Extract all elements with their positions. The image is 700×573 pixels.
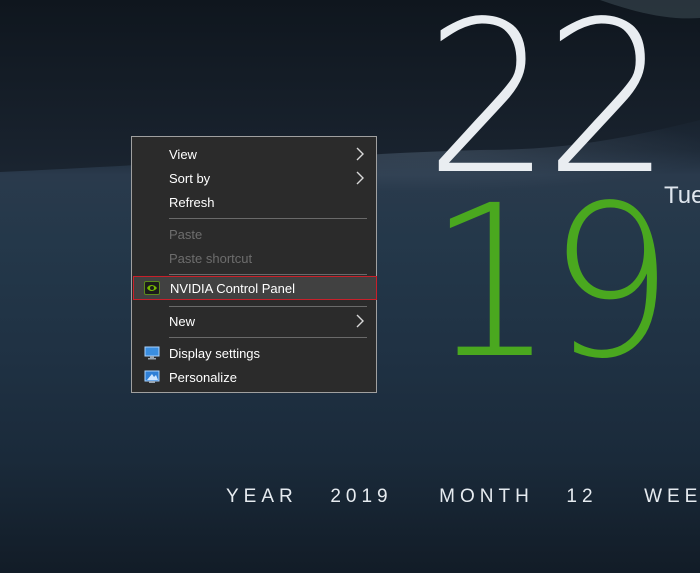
menu-item-label: Refresh xyxy=(169,194,215,210)
clock-weekday: Tue xyxy=(664,182,700,209)
menu-item-label: Sort by xyxy=(169,170,211,186)
nvidia-icon xyxy=(144,281,160,295)
menu-item-new[interactable]: New xyxy=(132,309,376,333)
menu-item-sort-by[interactable]: Sort by xyxy=(132,166,376,190)
menu-item-label: Display settings xyxy=(169,345,261,361)
menu-separator xyxy=(169,274,367,275)
week-label: WEEK xyxy=(644,486,700,507)
menu-item-label: Personalize xyxy=(169,369,237,385)
menu-item-label: NVIDIA Control Panel xyxy=(170,280,296,296)
desktop[interactable]: 22 19 Tue YEAR 2019 MONTH 12 WEEK 49 Vie… xyxy=(0,0,700,573)
menu-separator xyxy=(169,337,367,338)
chevron-right-icon xyxy=(356,171,364,185)
menu-separator xyxy=(169,306,367,307)
personalize-icon xyxy=(144,370,160,383)
date-line: YEAR 2019 MONTH 12 WEEK 49 xyxy=(226,486,700,508)
menu-item-label: Paste shortcut xyxy=(169,250,253,266)
year-value: 2019 xyxy=(330,486,393,507)
chevron-right-icon xyxy=(356,147,364,161)
menu-item-nvidia-control-panel[interactable]: NVIDIA Control Panel xyxy=(133,276,377,300)
menu-item-personalize[interactable]: Personalize xyxy=(132,365,376,389)
month-value: 12 xyxy=(566,486,598,507)
menu-item-paste-shortcut[interactable]: Paste shortcut xyxy=(132,246,376,270)
menu-item-label: New xyxy=(169,313,196,329)
menu-item-label: View xyxy=(169,146,197,162)
menu-item-label: Paste xyxy=(169,226,203,242)
chevron-right-icon xyxy=(356,314,364,328)
menu-item-view[interactable]: View xyxy=(132,142,376,166)
menu-separator xyxy=(169,218,367,219)
month-label: MONTH xyxy=(439,486,534,507)
menu-item-display-settings[interactable]: Display settings xyxy=(132,341,376,365)
menu-item-paste[interactable]: Paste xyxy=(132,222,376,246)
menu-item-refresh[interactable]: Refresh xyxy=(132,190,376,214)
clock-minute: 19 xyxy=(428,160,674,405)
desktop-context-menu: View Sort by Refresh Paste Paste shortcu… xyxy=(131,136,377,393)
display-icon xyxy=(144,346,160,360)
year-label: YEAR xyxy=(226,486,298,507)
